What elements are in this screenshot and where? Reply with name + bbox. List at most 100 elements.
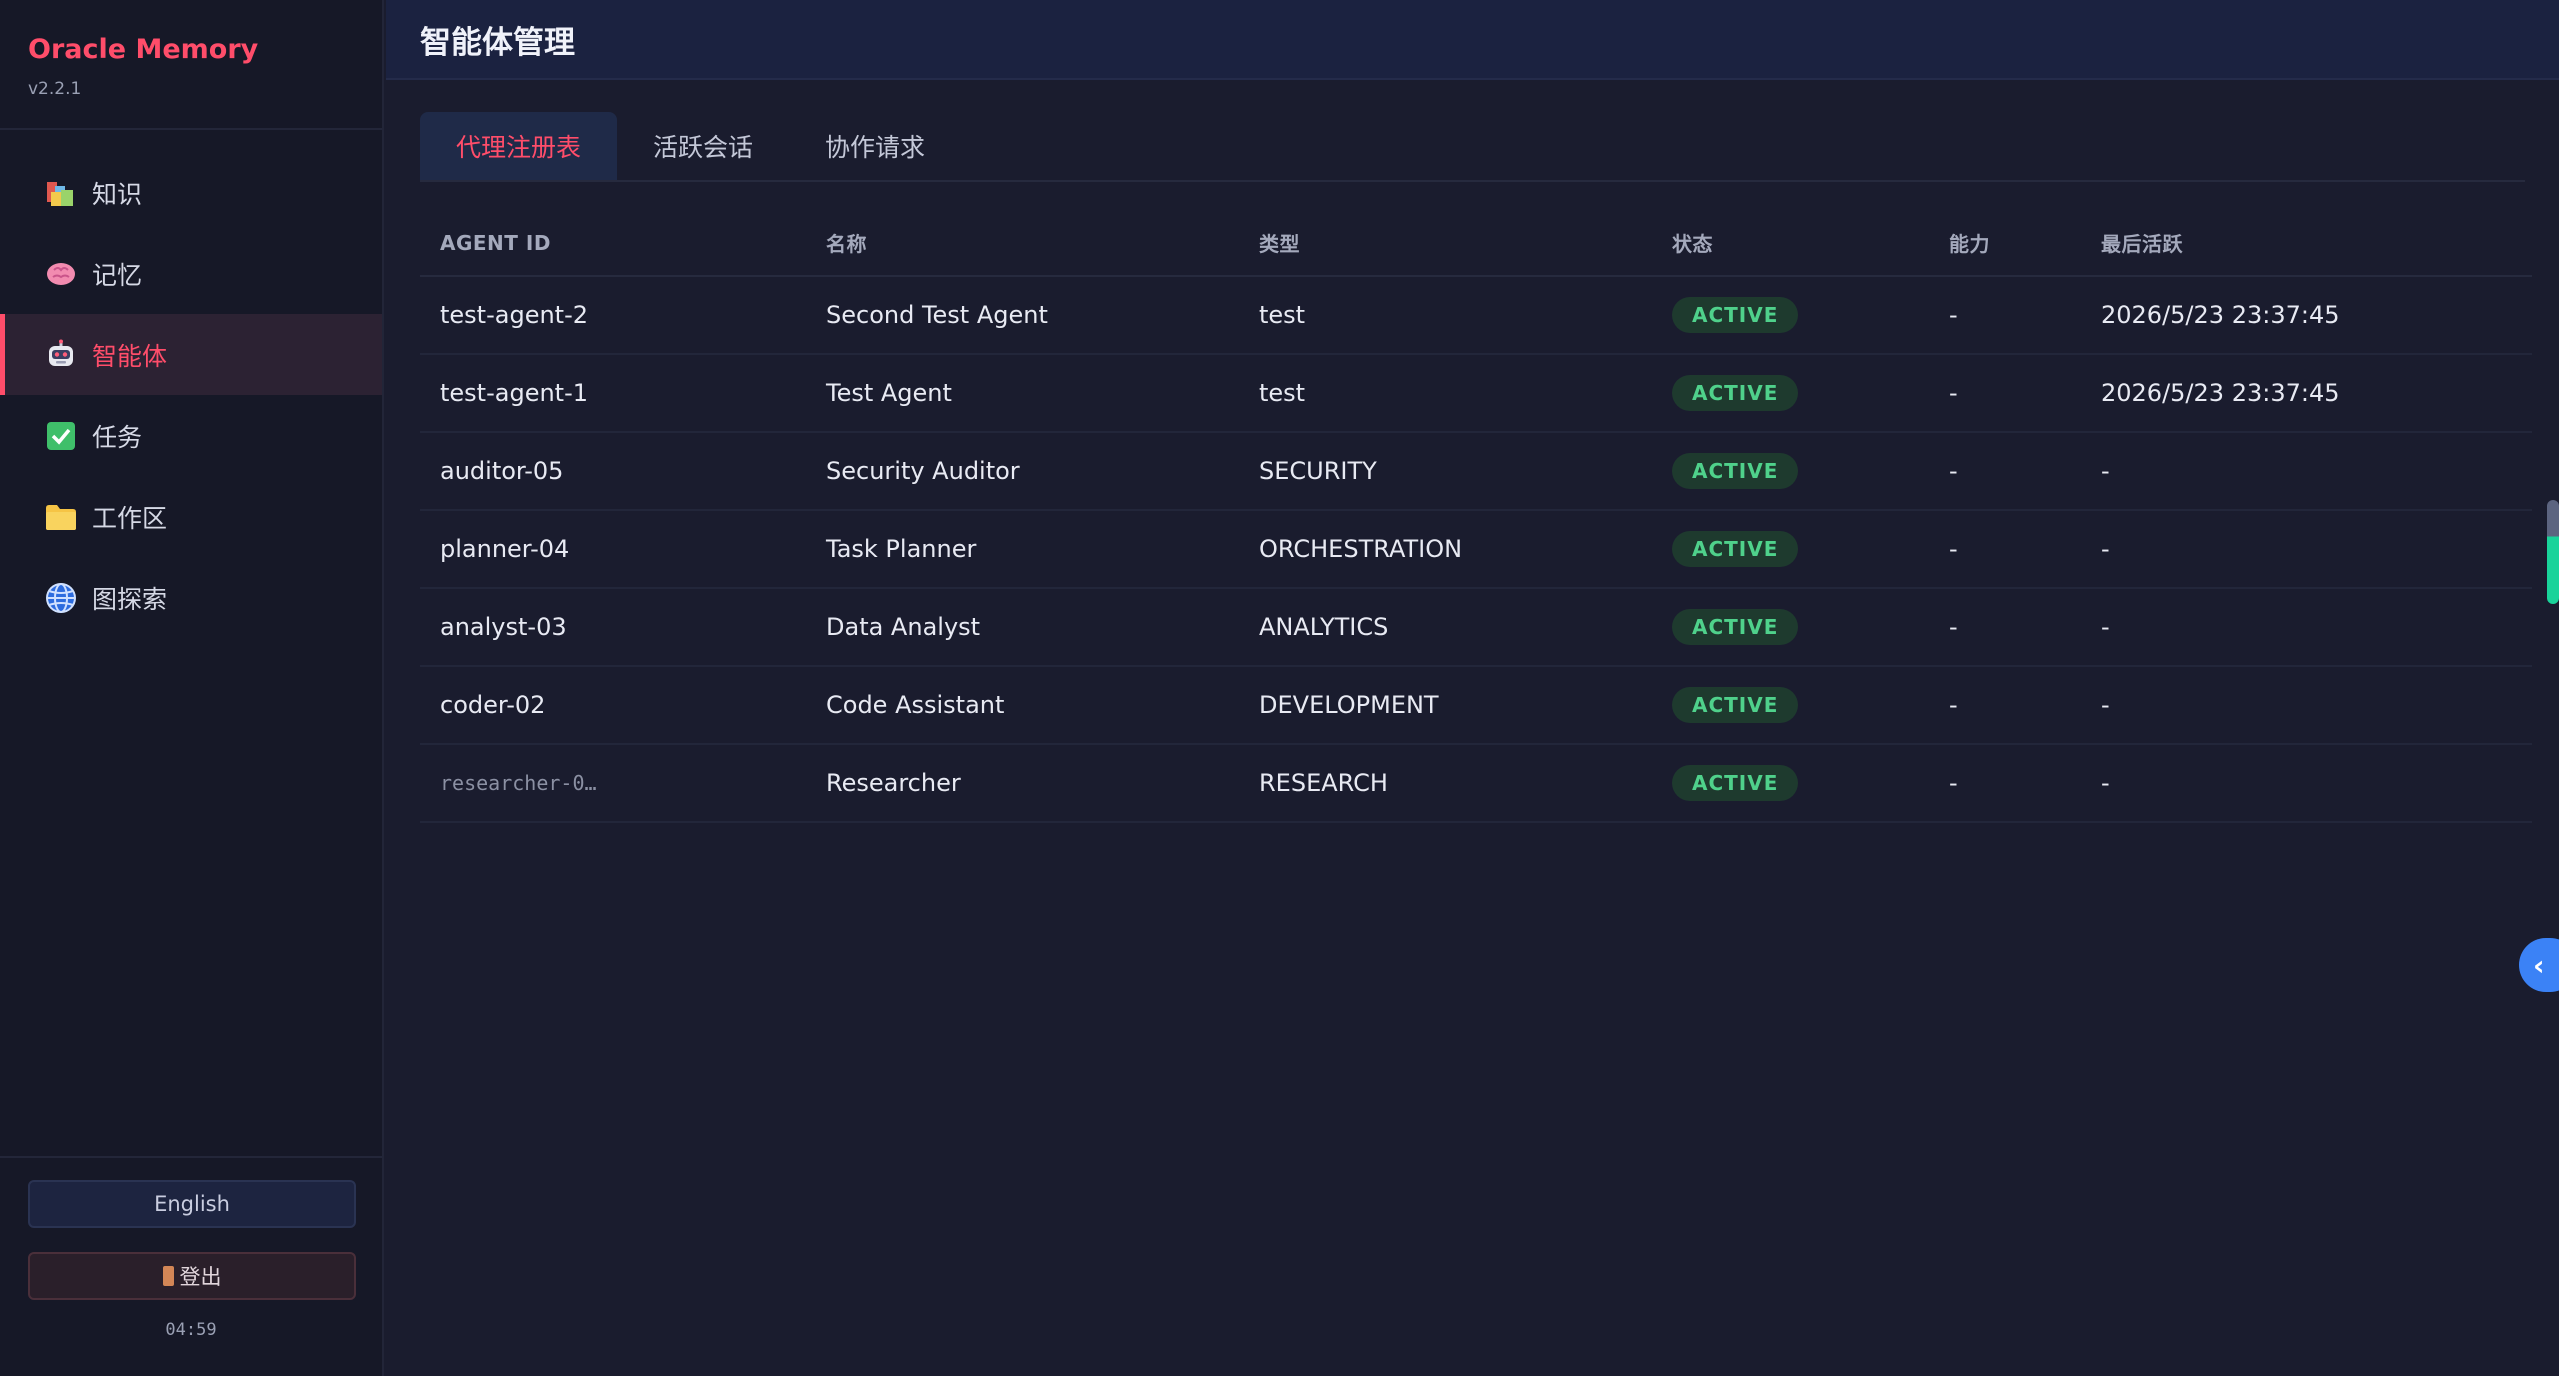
agent-status-cell: ACTIVE (1652, 744, 1929, 823)
session-clock: 04:59 (165, 1320, 217, 1340)
agent-type-cell: RESEARCH (1239, 744, 1652, 823)
brain-icon (44, 257, 78, 291)
robot-icon (44, 338, 78, 372)
agent-table-container: AGENT ID 名称 类型 状态 能力 最后活跃 test-agent-2 S… (420, 210, 2532, 823)
books-icon (44, 176, 78, 210)
agent-name-cell: Second Test Agent (806, 276, 1239, 355)
sidebar-item-label: 图探索 (92, 584, 168, 614)
agent-id-cell: auditor-05 (420, 432, 806, 511)
topbar: 智能体管理 (386, 0, 2559, 80)
table-row[interactable]: auditor-05 Security Auditor SECURITY ACT… (420, 432, 2532, 511)
table-row[interactable]: analyst-03 Data Analyst ANALYTICS ACTIVE… (420, 588, 2532, 667)
sidebar-item-memory[interactable]: 记忆 (0, 233, 382, 314)
sidebar-item-label: 工作区 (92, 503, 168, 533)
column-header-agent-id[interactable]: AGENT ID (420, 210, 806, 277)
status-badge: ACTIVE (1672, 375, 1799, 411)
agent-name-cell: Researcher (806, 744, 1239, 823)
folder-icon (44, 500, 78, 534)
tab-active-sessions[interactable]: 活跃会话 (617, 112, 789, 180)
agent-type-cell: test (1239, 276, 1652, 355)
agent-capability-cell: - (1929, 432, 2081, 511)
agent-capability-cell: - (1929, 744, 2081, 823)
column-header-type[interactable]: 类型 (1239, 210, 1652, 277)
table-row[interactable]: test-agent-2 Second Test Agent test ACTI… (420, 276, 2532, 355)
agent-capability-cell: - (1929, 666, 2081, 745)
table-header-row: AGENT ID 名称 类型 状态 能力 最后活跃 (420, 210, 2532, 277)
agent-status-cell: ACTIVE (1652, 588, 1929, 667)
agent-id-cell: analyst-03 (420, 588, 806, 667)
tab-agent-registry[interactable]: 代理注册表 (420, 112, 618, 180)
collapse-panel-button[interactable]: ‹ (2519, 938, 2559, 992)
agent-id-cell: coder-02 (420, 666, 806, 745)
column-header-status[interactable]: 状态 (1652, 210, 1929, 277)
sidebar-item-label: 知识 (92, 179, 143, 209)
brand-title: Oracle Memory (28, 34, 259, 65)
agent-last-active-cell: 2026/5/23 23:37:45 (2081, 276, 2532, 355)
agent-name-cell: Task Planner (806, 510, 1239, 589)
agent-last-active-cell: - (2081, 588, 2532, 667)
column-header-name[interactable]: 名称 (806, 210, 1239, 277)
agent-status-cell: ACTIVE (1652, 510, 1929, 589)
table-row[interactable]: coder-02 Code Assistant DEVELOPMENT ACTI… (420, 666, 2532, 745)
status-badge: ACTIVE (1672, 609, 1799, 645)
tab-collaboration-requests[interactable]: 协作请求 (789, 112, 961, 180)
agent-type-cell: DEVELOPMENT (1239, 666, 1652, 745)
agent-status-cell: ACTIVE (1652, 276, 1929, 355)
agent-type-cell: SECURITY (1239, 432, 1652, 511)
sidebar-item-label: 记忆 (92, 260, 143, 290)
logout-button[interactable]: 登出 (28, 1252, 356, 1300)
agent-table: AGENT ID 名称 类型 状态 能力 最后活跃 test-agent-2 S… (420, 210, 2532, 823)
agent-id-cell: test-agent-2 (420, 276, 806, 355)
agent-id-cell: test-agent-1 (420, 354, 806, 433)
sidebar-item-graph-explore[interactable]: 图探索 (0, 557, 382, 638)
status-badge: ACTIVE (1672, 765, 1799, 801)
status-badge: ACTIVE (1672, 297, 1799, 333)
agent-capability-cell: - (1929, 354, 2081, 433)
agent-name-cell: Code Assistant (806, 666, 1239, 745)
agent-status-cell: ACTIVE (1652, 354, 1929, 433)
agent-type-cell: ORCHESTRATION (1239, 510, 1652, 589)
sidebar-item-knowledge[interactable]: 知识 (0, 152, 382, 233)
agent-status-cell: ACTIVE (1652, 666, 1929, 745)
logout-label: 登出 (179, 1265, 222, 1289)
agent-capability-cell: - (1929, 588, 2081, 667)
agent-last-active-cell: - (2081, 510, 2532, 589)
checkbox-icon (44, 419, 78, 453)
door-icon (162, 1266, 174, 1286)
page-title: 智能体管理 (420, 24, 575, 61)
sidebar-item-label: 智能体 (92, 341, 168, 371)
agent-name-cell: Test Agent (806, 354, 1239, 433)
chevron-left-icon: ‹ (2533, 948, 2545, 982)
column-header-last-active[interactable]: 最后活跃 (2081, 210, 2532, 277)
globe-icon (44, 581, 78, 615)
agent-status-cell: ACTIVE (1652, 432, 1929, 511)
sidebar-footer: English 登出 04:59 (0, 1156, 382, 1376)
agent-last-active-cell: - (2081, 432, 2532, 511)
brand: Oracle Memory v2.2.1 (0, 0, 382, 130)
status-badge: ACTIVE (1672, 453, 1799, 489)
sidebar-item-agents[interactable]: 智能体 (0, 314, 382, 395)
agent-capability-cell: - (1929, 510, 2081, 589)
agent-id-cell: researcher-0… (420, 744, 806, 823)
table-row[interactable]: planner-04 Task Planner ORCHESTRATION AC… (420, 510, 2532, 589)
agent-id-cell: planner-04 (420, 510, 806, 589)
agent-last-active-cell: 2026/5/23 23:37:45 (2081, 354, 2532, 433)
table-row[interactable]: researcher-0… Researcher RESEARCH ACTIVE… (420, 744, 2532, 823)
app-window: Oracle Memory v2.2.1 知识 记忆 智能体 任务 工作区 图探… (0, 0, 2559, 1376)
agent-type-cell: ANALYTICS (1239, 588, 1652, 667)
language-toggle-button[interactable]: English (28, 1180, 356, 1228)
column-header-capability[interactable]: 能力 (1929, 210, 2081, 277)
table-row[interactable]: test-agent-1 Test Agent test ACTIVE - 20… (420, 354, 2532, 433)
agent-name-cell: Security Auditor (806, 432, 1239, 511)
app-version: v2.2.1 (28, 79, 82, 99)
sidebar-item-tasks[interactable]: 任务 (0, 395, 382, 476)
scrollbar[interactable] (2547, 500, 2559, 604)
agent-type-cell: test (1239, 354, 1652, 433)
agent-name-cell: Data Analyst (806, 588, 1239, 667)
agent-last-active-cell: - (2081, 666, 2532, 745)
sidebar-item-label: 任务 (92, 422, 143, 452)
sidebar-nav: 知识 记忆 智能体 任务 工作区 图探索 (0, 152, 382, 638)
sidebar: Oracle Memory v2.2.1 知识 记忆 智能体 任务 工作区 图探… (0, 0, 384, 1376)
sidebar-item-workspace[interactable]: 工作区 (0, 476, 382, 557)
agent-last-active-cell: - (2081, 744, 2532, 823)
